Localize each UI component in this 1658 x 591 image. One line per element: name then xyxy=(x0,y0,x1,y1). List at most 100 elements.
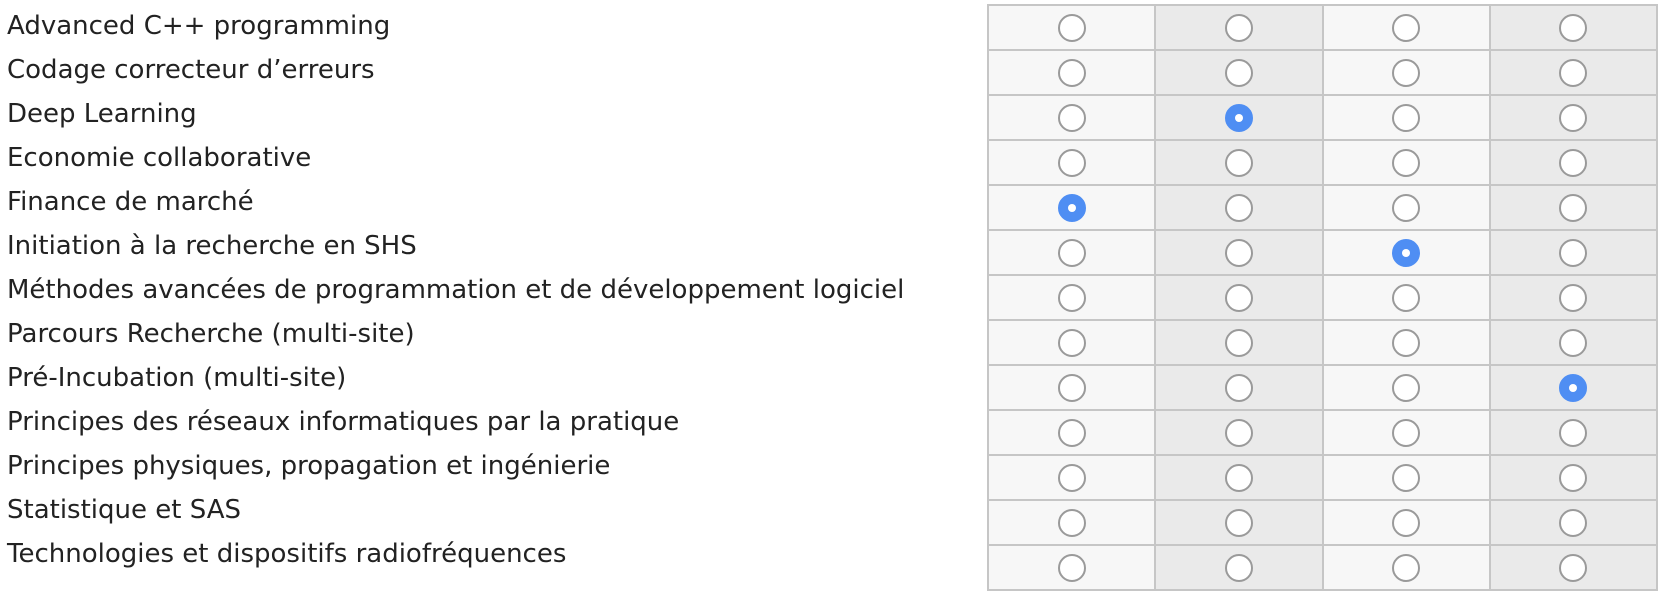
radio-button[interactable] xyxy=(1224,13,1253,42)
grid-cell[interactable] xyxy=(986,229,1157,276)
radio-button[interactable] xyxy=(1559,103,1588,132)
grid-cell[interactable] xyxy=(1321,364,1491,411)
grid-cell[interactable] xyxy=(1488,319,1658,366)
radio-button[interactable] xyxy=(1057,508,1086,537)
grid-cell[interactable] xyxy=(1488,544,1658,591)
radio-button[interactable] xyxy=(1057,553,1086,582)
grid-cell[interactable] xyxy=(986,49,1157,96)
grid-cell[interactable] xyxy=(986,139,1157,186)
radio-button[interactable] xyxy=(1559,13,1588,42)
radio-button[interactable] xyxy=(1224,373,1253,402)
grid-cell[interactable] xyxy=(1488,499,1658,546)
grid-cell[interactable] xyxy=(1154,274,1324,321)
grid-cell[interactable] xyxy=(986,4,1157,51)
grid-cell[interactable] xyxy=(986,274,1157,321)
radio-button[interactable] xyxy=(1224,148,1253,177)
radio-button[interactable] xyxy=(1057,328,1086,357)
grid-cell[interactable] xyxy=(1321,454,1491,501)
grid-cell[interactable] xyxy=(1488,94,1658,141)
grid-cell[interactable] xyxy=(986,409,1157,456)
radio-button[interactable] xyxy=(1057,373,1086,402)
grid-cell[interactable] xyxy=(1321,4,1491,51)
radio-button-selected[interactable] xyxy=(1057,193,1086,222)
radio-button[interactable] xyxy=(1559,148,1588,177)
radio-button[interactable] xyxy=(1224,193,1253,222)
radio-button[interactable] xyxy=(1057,13,1086,42)
radio-button[interactable] xyxy=(1057,283,1086,312)
grid-cell[interactable] xyxy=(1154,319,1324,366)
grid-cell[interactable] xyxy=(986,364,1157,411)
radio-button[interactable] xyxy=(1559,463,1588,492)
grid-cell[interactable] xyxy=(986,544,1157,591)
radio-button[interactable] xyxy=(1392,283,1421,312)
radio-button[interactable] xyxy=(1392,58,1421,87)
radio-button-selected[interactable] xyxy=(1392,238,1421,267)
radio-button[interactable] xyxy=(1392,553,1421,582)
radio-button[interactable] xyxy=(1559,193,1588,222)
grid-cell[interactable] xyxy=(1488,409,1658,456)
grid-cell[interactable] xyxy=(1488,274,1658,321)
radio-button-selected[interactable] xyxy=(1559,373,1588,402)
radio-button[interactable] xyxy=(1559,328,1588,357)
radio-button[interactable] xyxy=(1392,328,1421,357)
grid-cell[interactable] xyxy=(1321,544,1491,591)
radio-button[interactable] xyxy=(1224,328,1253,357)
grid-cell[interactable] xyxy=(1321,229,1491,276)
radio-button[interactable] xyxy=(1224,553,1253,582)
radio-button[interactable] xyxy=(1224,58,1253,87)
radio-button[interactable] xyxy=(1392,463,1421,492)
radio-button[interactable] xyxy=(1559,418,1588,447)
radio-button[interactable] xyxy=(1224,508,1253,537)
radio-button[interactable] xyxy=(1057,148,1086,177)
grid-cell[interactable] xyxy=(1321,409,1491,456)
radio-button[interactable] xyxy=(1392,103,1421,132)
radio-button[interactable] xyxy=(1057,463,1086,492)
radio-button[interactable] xyxy=(1057,103,1086,132)
grid-cell[interactable] xyxy=(1154,94,1324,141)
grid-cell[interactable] xyxy=(1154,229,1324,276)
grid-cell[interactable] xyxy=(1154,454,1324,501)
grid-cell[interactable] xyxy=(1154,364,1324,411)
grid-cell[interactable] xyxy=(1154,544,1324,591)
grid-cell[interactable] xyxy=(986,184,1157,231)
radio-button[interactable] xyxy=(1392,13,1421,42)
radio-button[interactable] xyxy=(1224,238,1253,267)
radio-button[interactable] xyxy=(1559,238,1588,267)
grid-cell[interactable] xyxy=(1321,139,1491,186)
radio-button[interactable] xyxy=(1392,148,1421,177)
grid-cell[interactable] xyxy=(1154,499,1324,546)
grid-cell[interactable] xyxy=(1321,184,1491,231)
grid-cell[interactable] xyxy=(1321,319,1491,366)
grid-cell[interactable] xyxy=(1488,184,1658,231)
radio-button[interactable] xyxy=(1224,283,1253,312)
grid-cell[interactable] xyxy=(1488,139,1658,186)
radio-button[interactable] xyxy=(1057,58,1086,87)
grid-cell[interactable] xyxy=(1488,49,1658,96)
radio-button[interactable] xyxy=(1559,508,1588,537)
grid-cell[interactable] xyxy=(1154,49,1324,96)
radio-button[interactable] xyxy=(1224,463,1253,492)
grid-cell[interactable] xyxy=(1154,184,1324,231)
grid-cell[interactable] xyxy=(1321,94,1491,141)
grid-cell[interactable] xyxy=(1154,139,1324,186)
grid-cell[interactable] xyxy=(1154,409,1324,456)
radio-button[interactable] xyxy=(1057,418,1086,447)
radio-button[interactable] xyxy=(1559,58,1588,87)
radio-button[interactable] xyxy=(1224,418,1253,447)
radio-button[interactable] xyxy=(1392,418,1421,447)
radio-button[interactable] xyxy=(1057,238,1086,267)
grid-cell[interactable] xyxy=(1154,4,1324,51)
grid-cell[interactable] xyxy=(986,319,1157,366)
grid-cell[interactable] xyxy=(1488,229,1658,276)
radio-button[interactable] xyxy=(1392,193,1421,222)
radio-button-selected[interactable] xyxy=(1224,103,1253,132)
grid-cell[interactable] xyxy=(1488,4,1658,51)
grid-cell[interactable] xyxy=(1488,364,1658,411)
grid-cell[interactable] xyxy=(1321,274,1491,321)
radio-button[interactable] xyxy=(1559,283,1588,312)
radio-button[interactable] xyxy=(1392,373,1421,402)
radio-button[interactable] xyxy=(1392,508,1421,537)
grid-cell[interactable] xyxy=(986,94,1157,141)
grid-cell[interactable] xyxy=(1321,499,1491,546)
grid-cell[interactable] xyxy=(1488,454,1658,501)
